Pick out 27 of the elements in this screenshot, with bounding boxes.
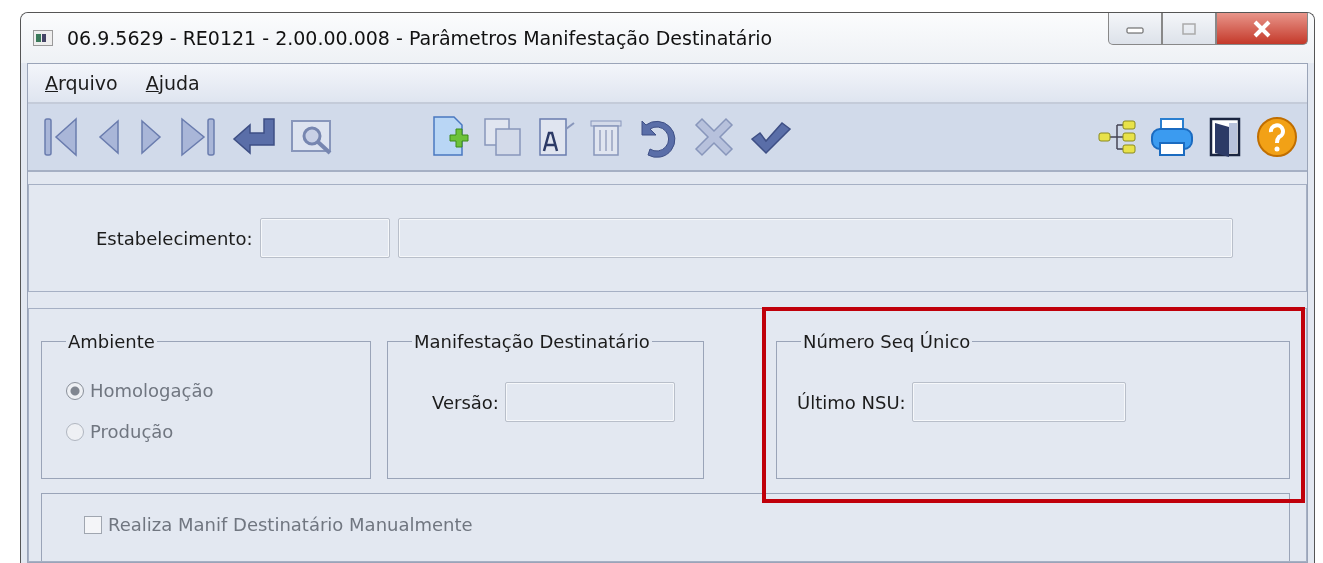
text-document-icon[interactable] [536, 115, 576, 159]
window-title: 06.9.5629 - RE0121 - 2.00.00.008 - Parâmetros Manifestação Destinatário [67, 27, 773, 49]
establishment-label: Estabelecimento: [96, 227, 253, 249]
version-label: Versão: [432, 391, 499, 413]
last-record-icon[interactable] [178, 115, 218, 159]
maximize-button[interactable] [1162, 13, 1216, 45]
copy-icon[interactable] [482, 115, 524, 159]
minimize-button[interactable] [1108, 13, 1162, 45]
close-button[interactable] [1216, 13, 1308, 45]
group-title: Número Seq Único [802, 331, 972, 352]
cross-icon[interactable] [692, 115, 736, 159]
group-title: Manifestação Destinatário [413, 331, 651, 352]
printer-icon[interactable] [1149, 115, 1195, 159]
checkbox[interactable] [84, 515, 102, 534]
help-icon[interactable] [1255, 115, 1299, 159]
maximize-icon [1179, 20, 1199, 37]
group-title: Ambiente [67, 331, 156, 352]
checkbox-option[interactable]: Realiza Manif Destinatário Manualmente [84, 514, 1289, 535]
new-document-icon[interactable] [430, 115, 470, 159]
window-icon [33, 30, 53, 46]
checkbox-label: Realiza Manif Destinatário Manualmente [108, 514, 473, 535]
radio-label: Homologação [90, 380, 214, 401]
radio-label: Produção [90, 421, 174, 442]
door-icon[interactable] [1207, 115, 1243, 159]
menu-item[interactable]: Arquivo [45, 72, 118, 94]
menu-item[interactable]: Ajuda [145, 72, 200, 94]
last-nsu-label: Último NSU: [797, 391, 906, 413]
